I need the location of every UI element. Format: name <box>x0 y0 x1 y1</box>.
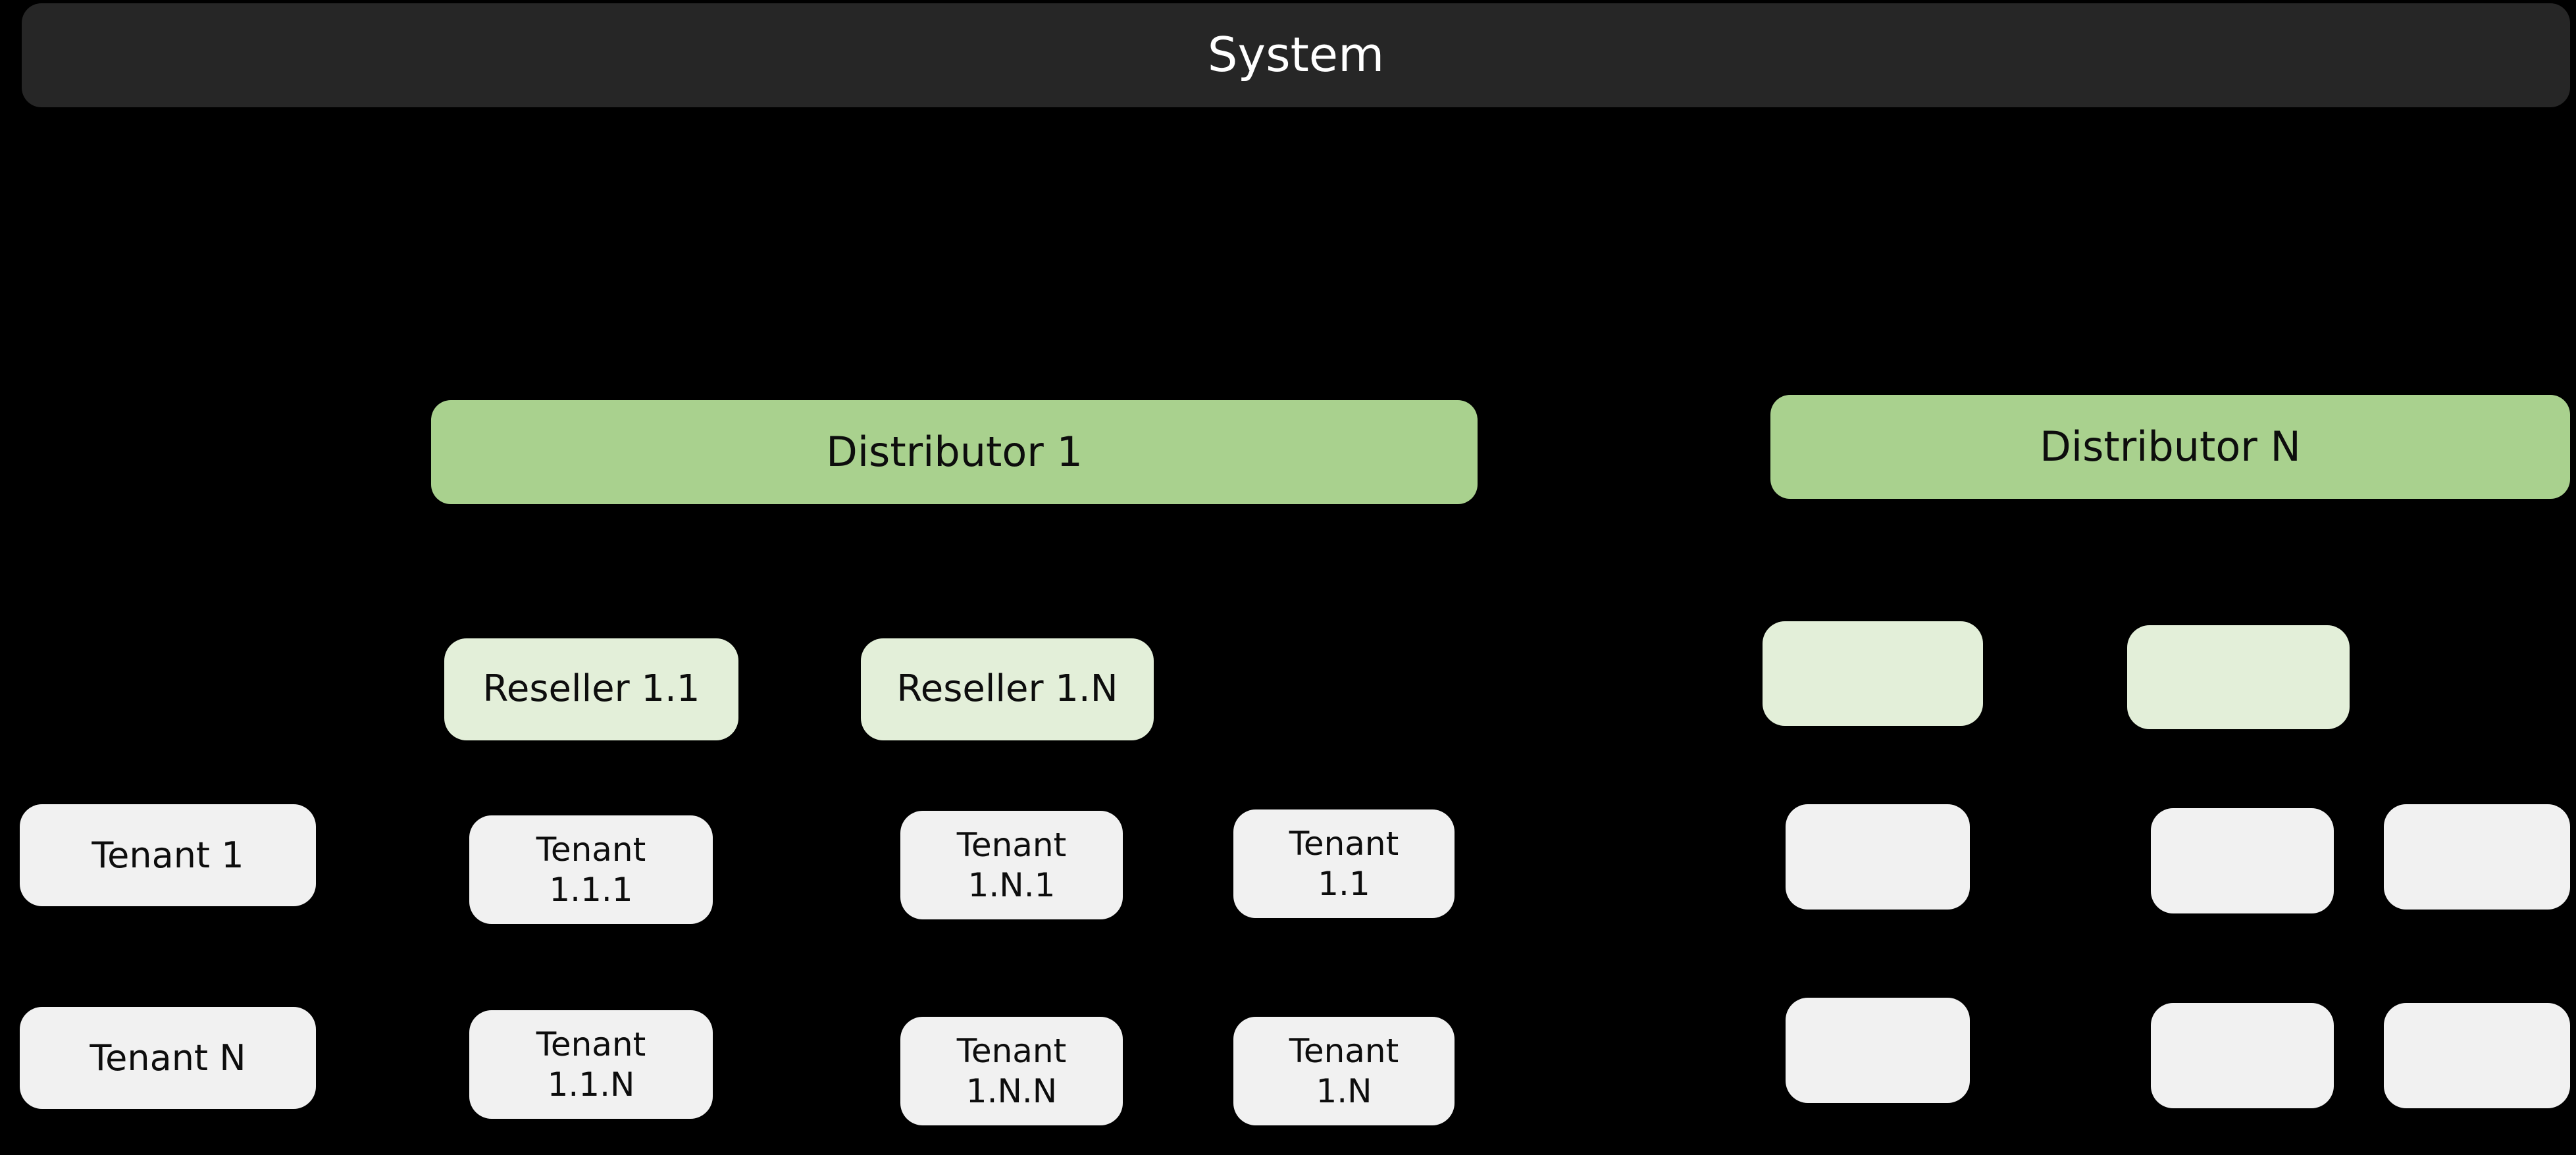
node-tenant-n-c1[interactable] <box>2384 804 2570 910</box>
node-tenant-n-a2[interactable] <box>1786 998 1970 1103</box>
node-dist-1[interactable]: Distributor 1 <box>431 400 1478 504</box>
node-label: Tenant 1.N <box>1289 1031 1399 1110</box>
node-label: Tenant 1 <box>91 834 244 876</box>
node-res-1-1[interactable]: Reseller 1.1 <box>444 638 738 740</box>
node-tenant-1-n-n[interactable]: Tenant 1.N.N <box>900 1017 1123 1125</box>
node-tenant-n[interactable]: Tenant N <box>20 1007 316 1109</box>
node-tenant-1[interactable]: Tenant 1 <box>20 804 316 906</box>
node-res-n-n[interactable] <box>2127 625 2350 729</box>
node-label: Tenant 1.1.1 <box>536 830 646 909</box>
node-tenant-n-c2[interactable] <box>2384 1003 2570 1108</box>
node-label: Tenant 1.N.N <box>956 1031 1067 1110</box>
diagram-canvas: System Distributor 1 Distributor N Reseller… <box>0 0 2576 1155</box>
node-tenant-n-a1[interactable] <box>1786 804 1970 910</box>
node-tenant-1-1-n[interactable]: Tenant 1.1.N <box>469 1010 713 1119</box>
node-tenant-1-n-1[interactable]: Tenant 1.N.1 <box>900 811 1123 919</box>
node-tenant-1-n[interactable]: Tenant 1.N <box>1233 1017 1455 1125</box>
node-label: System <box>1207 27 1385 83</box>
node-tenant-n-b2[interactable] <box>2151 1003 2334 1108</box>
node-label: Tenant 1.1 <box>1289 824 1399 903</box>
node-label: Distributor 1 <box>826 428 1083 476</box>
node-tenant-1-1[interactable]: Tenant 1.1 <box>1233 809 1455 918</box>
node-res-1-n[interactable]: Reseller 1.N <box>861 638 1154 740</box>
node-system[interactable]: System <box>22 3 2570 107</box>
node-label: Tenant N <box>90 1037 246 1079</box>
node-label: Tenant 1.1.N <box>536 1025 646 1104</box>
node-label: Reseller 1.N <box>896 667 1118 711</box>
node-label: Tenant 1.N.1 <box>956 825 1067 904</box>
node-label: Reseller 1.1 <box>482 667 700 711</box>
node-tenant-1-1-1[interactable]: Tenant 1.1.1 <box>469 815 713 924</box>
node-label: Distributor N <box>2040 423 2301 471</box>
node-tenant-n-b1[interactable] <box>2151 808 2334 913</box>
node-dist-n[interactable]: Distributor N <box>1770 395 2570 499</box>
node-res-n-1[interactable] <box>1763 621 1983 726</box>
